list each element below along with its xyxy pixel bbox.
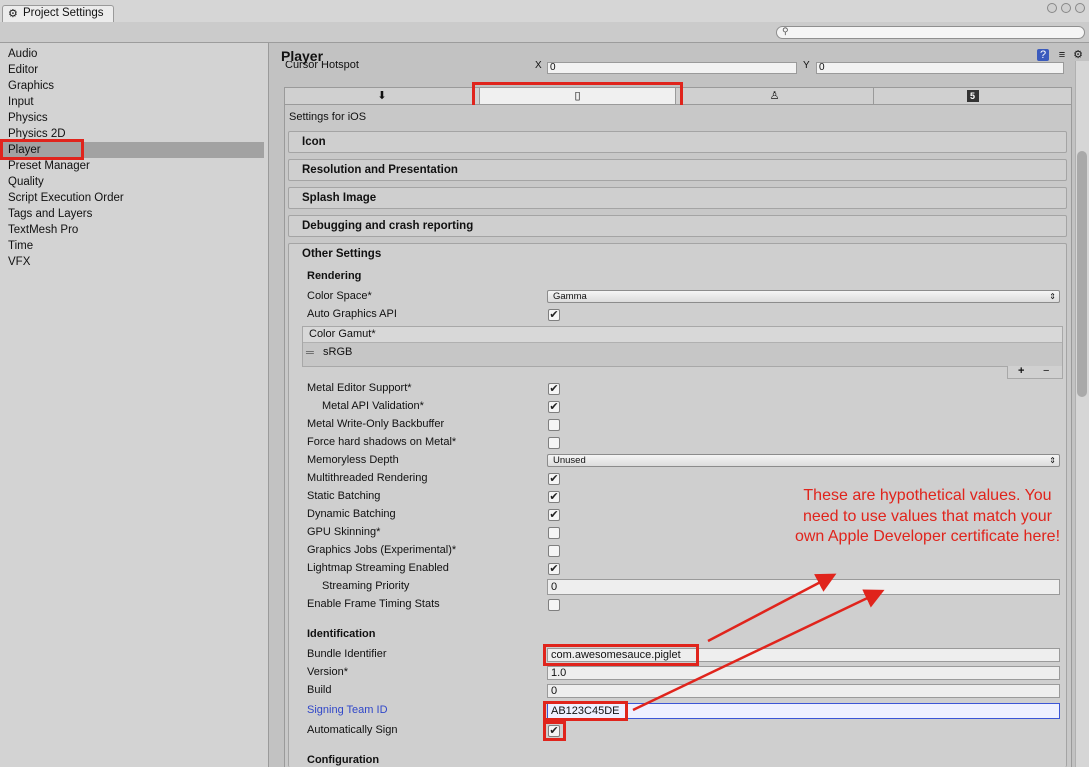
annotation-arrows bbox=[632, 573, 885, 712]
scrollbar-thumb[interactable] bbox=[1077, 151, 1087, 397]
annotation-note: These are hypothetical values. You need … bbox=[794, 487, 1061, 545]
arrow-to-team bbox=[632, 589, 885, 712]
arrow-to-bundle bbox=[707, 573, 837, 643]
